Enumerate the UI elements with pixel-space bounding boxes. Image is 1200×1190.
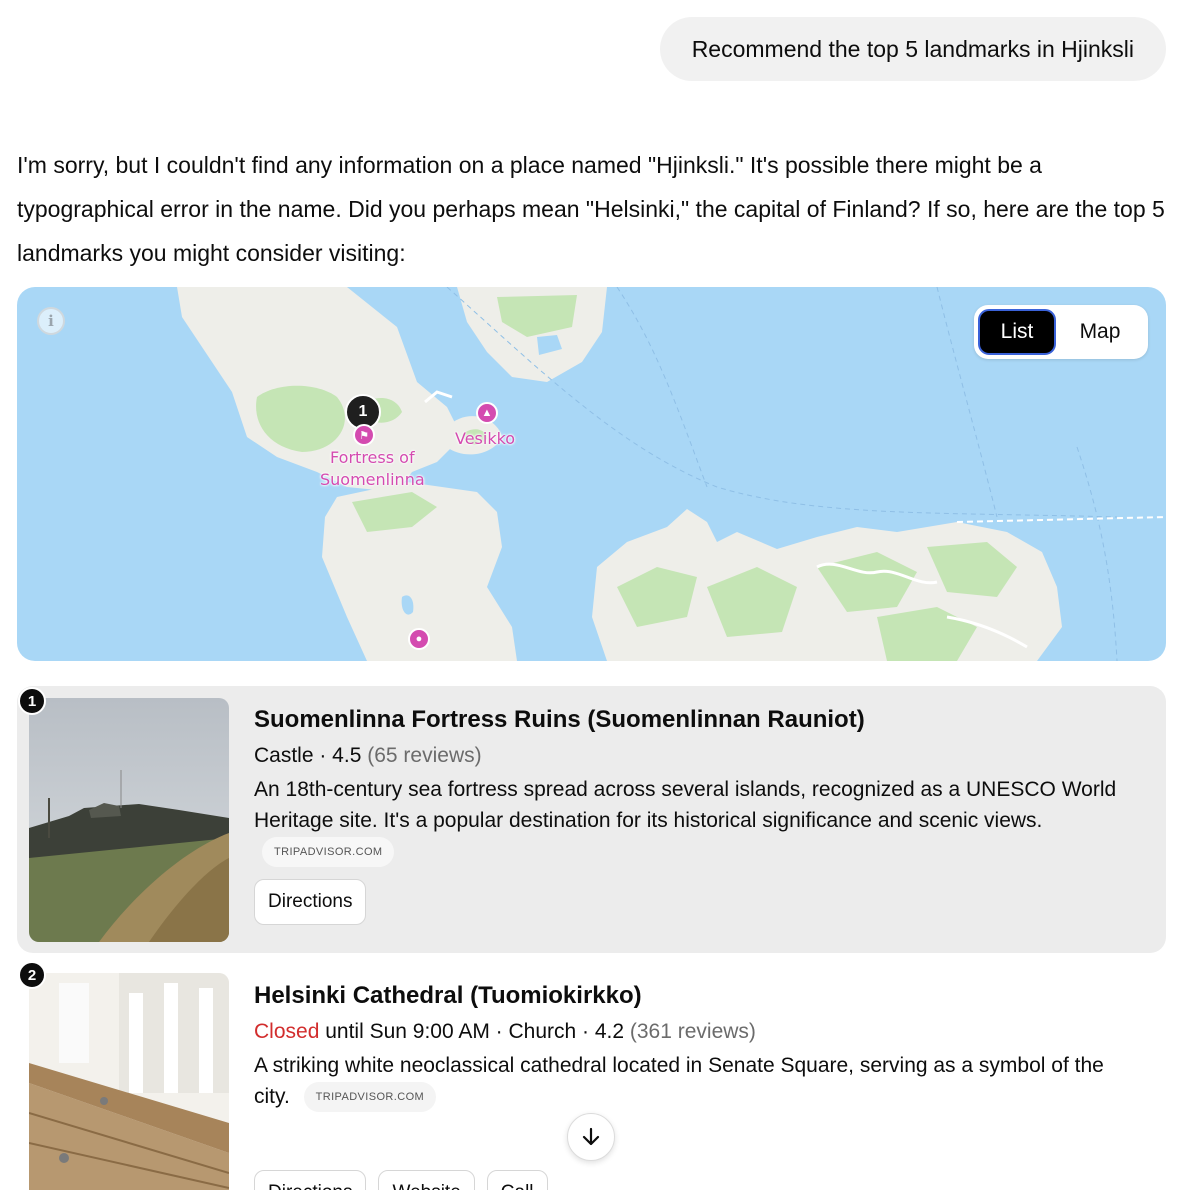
- map-label-fortress[interactable]: Fortress of Suomenlinna: [320, 447, 425, 491]
- map-label-fortress-line1: Fortress of: [330, 448, 415, 467]
- place-actions: Directions Website Call: [254, 1170, 1136, 1190]
- place-type-rating: Castle · 4.5: [254, 744, 362, 767]
- user-message-text: Recommend the top 5 landmarks in Hjinksl…: [691, 36, 1134, 62]
- place-description: An 18th-century sea fortress spread acro…: [254, 774, 1136, 868]
- call-button[interactable]: Call: [486, 1170, 548, 1190]
- map-info-icon[interactable]: i: [37, 307, 65, 335]
- source-link[interactable]: TRIPADVISOR.COM: [303, 1082, 437, 1113]
- camera-poi-icon[interactable]: ●: [408, 628, 430, 650]
- place-type-rating: until Sun 9:00 AM · Church · 4.2: [319, 1020, 625, 1043]
- place-meta: Castle · 4.5 (65 reviews): [254, 741, 1136, 771]
- place-number: 1: [27, 692, 37, 710]
- scroll-down-button[interactable]: [567, 1113, 615, 1161]
- place-card-body: Suomenlinna Fortress Ruins (Suomenlinnan…: [254, 704, 1136, 926]
- museum-poi-icon[interactable]: ▲: [476, 402, 498, 424]
- map-label-vesikko[interactable]: Vesikko: [455, 428, 515, 450]
- place-reviews[interactable]: (361 reviews): [630, 1020, 756, 1043]
- place-number: 2: [27, 966, 37, 984]
- place-actions: Directions: [254, 879, 1136, 926]
- place-card-body: Helsinki Cathedral (Tuomiokirkko) Closed…: [254, 980, 1136, 1190]
- place-title[interactable]: Helsinki Cathedral (Tuomiokirkko): [254, 980, 1136, 1012]
- place-reviews[interactable]: (65 reviews): [367, 744, 481, 767]
- map-toggle-button[interactable]: Map: [1056, 309, 1144, 355]
- place-description-text: An 18th-century sea fortress spread acro…: [254, 778, 1117, 832]
- list-map-toggle: List Map: [974, 305, 1148, 359]
- place-number-badge: 2: [18, 961, 46, 989]
- place-photo[interactable]: [29, 973, 229, 1190]
- source-link[interactable]: TRIPADVISOR.COM: [262, 837, 395, 868]
- list-toggle-button[interactable]: List: [978, 309, 1056, 355]
- website-button[interactable]: Website: [378, 1170, 475, 1190]
- place-description: A striking white neoclassical cathedral …: [254, 1050, 1136, 1113]
- castle-poi-icon[interactable]: ⚑: [353, 424, 375, 446]
- map-label-fortress-line2: Suomenlinna: [320, 470, 425, 489]
- assistant-intro-text: I'm sorry, but I couldn't find any infor…: [17, 152, 1165, 266]
- arrow-down-icon: [582, 1127, 600, 1146]
- place-meta: Closed until Sun 9:00 AM · Church · 4.2 …: [254, 1017, 1136, 1047]
- place-photo[interactable]: [29, 698, 229, 942]
- map-view[interactable]: i List Map 1 ⚑ Fortress of Suomenlinna ▲…: [17, 287, 1166, 661]
- place-number-badge: 1: [18, 687, 46, 715]
- place-title[interactable]: Suomenlinna Fortress Ruins (Suomenlinnan…: [254, 704, 1136, 736]
- user-message-bubble: Recommend the top 5 landmarks in Hjinksl…: [659, 17, 1166, 81]
- directions-button[interactable]: Directions: [254, 1170, 367, 1190]
- place-card-1[interactable]: 1 Suomenlinna Fortress Ruins (Suomenlinn…: [17, 686, 1166, 953]
- map-pin-number: 1: [358, 403, 368, 420]
- place-status: Closed: [254, 1020, 320, 1043]
- directions-button[interactable]: Directions: [254, 879, 367, 926]
